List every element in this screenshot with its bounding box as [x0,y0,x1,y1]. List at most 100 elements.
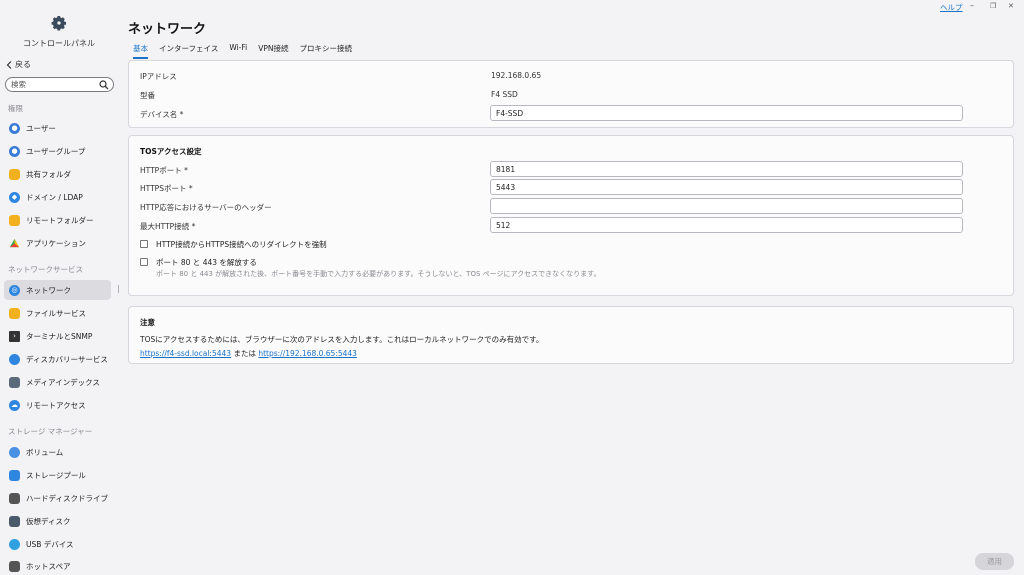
network-icon: ◎ [9,284,20,296]
sidebar-item-label: 共有フォルダ [26,169,71,179]
user-icon: ● [9,122,20,134]
sidebar-item-label: ターミナルとSNMP [26,331,93,341]
sidebar-item-network[interactable]: ◎ ネットワーク [4,280,111,300]
page-title: ネットワーク [128,22,207,37]
search-input[interactable] [11,80,101,89]
sidebar-item-label: アプリケーション [26,238,86,248]
sidebar-item-label: ユーザーグループ [26,146,86,156]
application-icon [9,238,20,247]
https-port-label: HTTPSポート * [140,184,193,193]
sidebar-item-terminal-snmp[interactable]: › ターミナルとSNMP [4,326,111,346]
sidebar-item-label: ネットワーク [26,285,71,295]
sidebar-item-label: USB デバイス [26,539,74,549]
hot-spare-icon [9,560,20,572]
note-card: 注意 TOSにアクセスするためには、ブラウザーに次のアドレスを入力します。これは… [128,306,1014,364]
search-box[interactable] [5,77,114,92]
sidebar-resize-handle[interactable] [118,285,119,293]
control-panel-header: コントロールパネル [0,0,118,56]
group-label-network-services: ネットワークサービス [8,265,83,274]
sidebar-item-label: リモートフォルダー [26,215,94,225]
sidebar-item-usb-device[interactable]: USB デバイス [4,534,111,554]
max-http-field[interactable] [490,217,963,233]
restore-button[interactable]: ❐ [990,2,996,10]
apply-button[interactable]: 適用 [975,553,1014,570]
sidebar-item-label: ホットスペア [26,561,71,571]
release-ports-hint: ポート 80 と 443 が解放された後、ポート番号を手動で入力する必要がありま… [156,270,601,278]
back-label: 戻る [15,60,31,69]
basic-info-card: IPアドレス 192.168.0.65 型番 F4 SSD デバイス名 * [128,60,1014,128]
or-separator: または [233,349,256,358]
local-url-link[interactable]: https://f4-ssd.local:5443 [140,349,231,358]
max-http-label: 最大HTTP接続 * [140,222,196,231]
sidebar: コントロールパネル 戻る 権限 ● ユーザー ● ユーザーグループ 共有フォルダ… [0,0,118,575]
cloud-icon: ☁ [9,399,20,411]
sidebar-item-label: ディスカバリーサービス [26,354,108,364]
sidebar-item-volume[interactable]: ボリューム [4,442,111,462]
discovery-icon [9,353,20,365]
sidebar-item-media-index[interactable]: メディアインデックス [4,372,111,392]
ip-address-value: 192.168.0.65 [491,71,542,80]
terminal-icon: › [9,330,20,342]
sidebar-item-discovery-service[interactable]: ディスカバリーサービス [4,349,111,369]
note-title: 注意 [140,318,155,327]
sidebar-item-remote-folder[interactable]: リモートフォルダー [4,210,111,230]
hdd-icon [9,492,20,504]
domain-icon: ◆ [9,191,20,203]
sidebar-item-hot-spare[interactable]: ホットスペア [4,556,111,575]
sidebar-item-remote-access[interactable]: ☁ リモートアクセス [4,395,111,415]
release-ports-checkbox[interactable] [140,258,148,266]
sidebar-item-storage-pool[interactable]: ストレージプール [4,465,111,485]
tos-access-card: TOSアクセス設定 HTTPポート * HTTPSポート * HTTP応答におけ… [128,135,1014,296]
redirect-checkbox[interactable] [140,240,148,248]
sidebar-item-label: 仮想ディスク [26,516,71,526]
device-name-field[interactable] [490,105,963,121]
user-group-icon: ● [9,145,20,157]
tos-section-title: TOSアクセス設定 [140,147,202,156]
sidebar-item-shared-folder[interactable]: 共有フォルダ [4,164,111,184]
redirect-label: HTTP接続からHTTPS接続へのリダイレクトを強制 [156,240,327,249]
sidebar-item-label: ドメイン / LDAP [26,192,83,202]
group-label-storage-manager: ストレージ マネージャー [8,427,93,436]
sidebar-item-file-service[interactable]: ファイルサービス [4,303,111,323]
tab-interface[interactable]: インターフェイス [159,43,218,59]
sidebar-item-label: メディアインデックス [26,377,100,387]
search-icon[interactable] [99,80,109,90]
model-value: F4 SSD [491,90,518,99]
usb-icon [9,538,20,550]
remote-folder-icon [9,214,20,226]
help-link[interactable]: ヘルプ [940,2,963,13]
sidebar-item-user[interactable]: ● ユーザー [4,118,111,138]
sidebar-item-label: ストレージプール [26,470,86,480]
storage-pool-icon [9,469,20,481]
http-port-label: HTTPポート * [140,166,188,175]
server-header-field[interactable] [490,198,963,214]
https-port-field[interactable] [490,179,963,195]
volume-icon [9,446,20,458]
minimize-button[interactable]: – [970,1,974,10]
sidebar-item-label: ファイルサービス [26,308,86,318]
sidebar-item-application[interactable]: アプリケーション [4,233,111,253]
sidebar-item-user-group[interactable]: ● ユーザーグループ [4,141,111,161]
sidebar-item-hdd[interactable]: ハードディスクドライブ [4,488,111,508]
model-label: 型番 [140,91,155,100]
sidebar-item-virtual-disk[interactable]: 仮想ディスク [4,511,111,531]
close-button[interactable]: ✕ [1008,2,1014,10]
group-label-permissions: 権限 [8,104,23,113]
file-service-icon [9,307,20,319]
note-links: https://f4-ssd.local:5443 または https://19… [140,348,357,359]
sidebar-item-domain-ldap[interactable]: ◆ ドメイン / LDAP [4,187,111,207]
back-button[interactable]: 戻る [6,59,31,70]
tab-vpn[interactable]: VPN接続 [258,43,288,59]
gear-icon [51,16,67,31]
tab-bar: 基本 インターフェイス Wi-Fi VPN接続 プロキシー接続 [133,43,352,59]
http-port-field[interactable] [490,161,963,177]
tab-wifi[interactable]: Wi-Fi [229,43,247,59]
sidebar-item-label: リモートアクセス [26,400,86,410]
release-ports-label: ポート 80 と 443 を解放する [156,258,257,267]
tab-proxy[interactable]: プロキシー接続 [300,43,353,59]
folder-icon [9,168,20,180]
tab-basic[interactable]: 基本 [133,43,148,59]
sidebar-item-label: ハードディスクドライブ [26,493,108,503]
ip-url-link[interactable]: https://192.168.0.65:5443 [258,349,357,358]
chevron-left-icon [6,60,12,69]
